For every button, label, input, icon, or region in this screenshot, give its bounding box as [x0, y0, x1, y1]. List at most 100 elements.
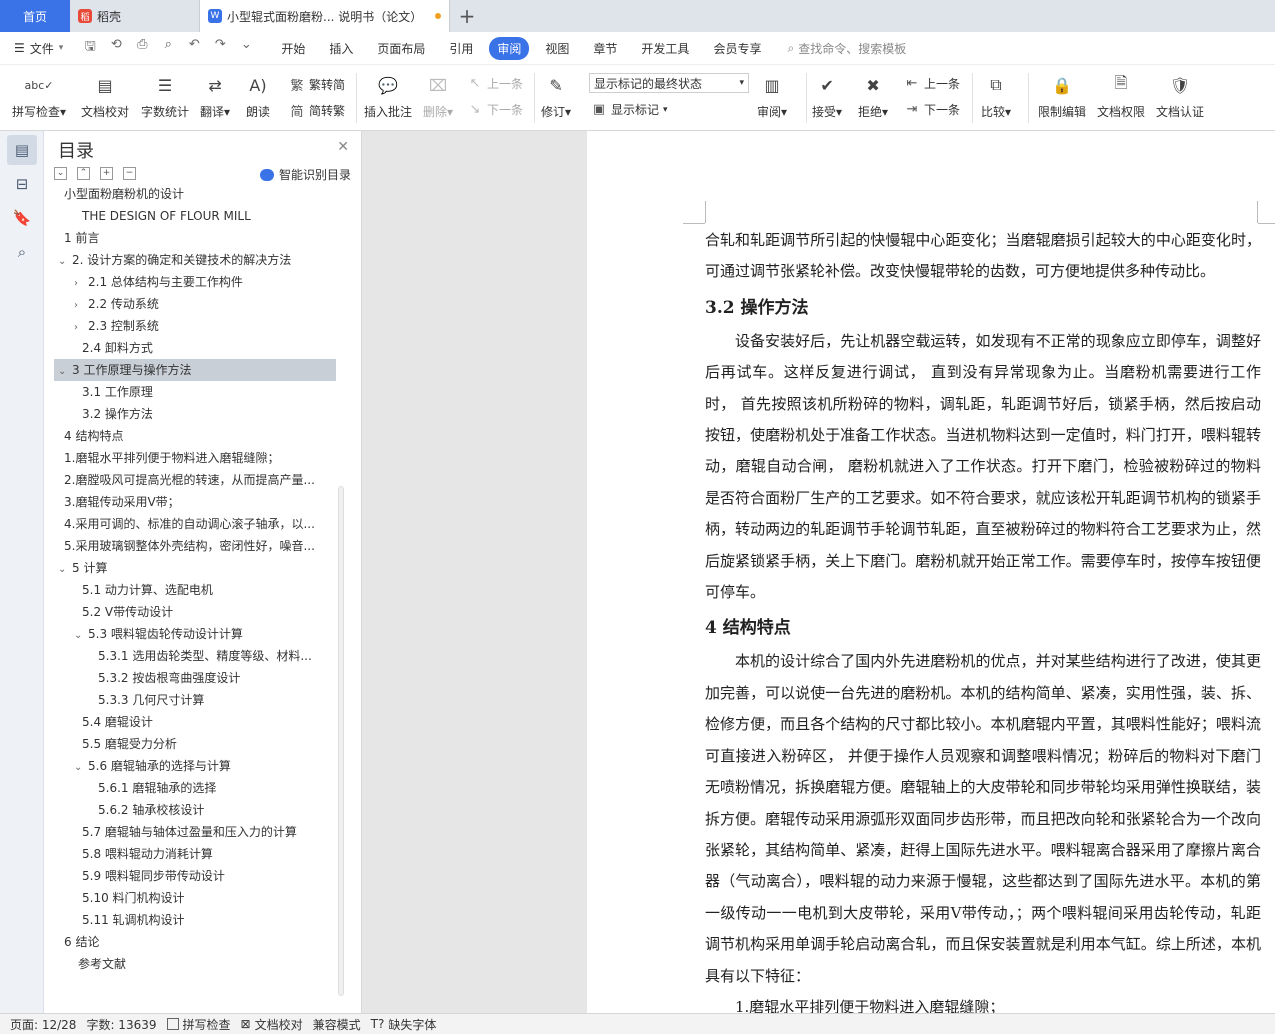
toc-item[interactable]: 4 结构特点: [54, 425, 336, 447]
markup-state-select[interactable]: 显示标记的最终状态 ▾: [589, 73, 749, 93]
menu-item[interactable]: 会员专享: [701, 36, 773, 61]
tab-docer[interactable]: 稻 稻壳: [70, 0, 200, 32]
doc-proof-button[interactable]: ▤ 文档校对: [81, 71, 129, 120]
toc-item[interactable]: 5.8 喂料辊动力消耗计算: [54, 843, 336, 865]
toc-item[interactable]: ⌄ 5.6 磨辊轴承的选择与计算: [54, 755, 336, 777]
read-aloud-button[interactable]: A) 朗读: [245, 71, 271, 120]
chevron-right-icon[interactable]: ›: [74, 317, 88, 337]
chevron-down-icon[interactable]: ⌄: [58, 361, 72, 381]
chevron-right-icon[interactable]: ›: [74, 295, 88, 315]
next-change-button[interactable]: ⇥ 下一条: [904, 101, 960, 118]
track-changes-button[interactable]: ✎ 修订▾: [541, 71, 571, 120]
toc-item[interactable]: 5.7 磨辊轴与轴体过盈量和压入力的计算: [54, 821, 336, 843]
expand-all-icon[interactable]: ⌃: [77, 167, 90, 180]
translate-button[interactable]: ⇄ 翻译▾: [200, 71, 230, 120]
toc-item[interactable]: 5.6.1 磨辊轴承的选择: [54, 777, 336, 799]
toc-item[interactable]: ⌄ 5 计算: [54, 557, 336, 579]
compat-mode[interactable]: 兼容模式: [313, 1016, 361, 1033]
accept-button[interactable]: ✔ 接受▾: [812, 71, 842, 120]
chapter-nav-icon[interactable]: ⊟: [7, 169, 37, 199]
toc-item[interactable]: 3.磨辊传动采用V带；: [54, 491, 336, 513]
collapse-all-icon[interactable]: ⌄: [54, 167, 67, 180]
word-count-indicator[interactable]: 字数: 13639: [86, 1016, 156, 1033]
document-content[interactable]: 合轧和轧距调节所引起的快慢辊中心距变化；当磨辊磨损引起较大的中心距变化时，可通过…: [705, 225, 1261, 1013]
toc-item[interactable]: 5.6.2 轴承校核设计: [54, 799, 336, 821]
save-icon[interactable]: 🖫: [81, 37, 99, 59]
search-icon[interactable]: ⌕: [7, 237, 37, 267]
customize-icon[interactable]: ⌄: [237, 37, 255, 59]
toc-item[interactable]: 5.采用玻璃钢整体外壳结构，密闭性好，噪音...: [54, 535, 336, 557]
word-count-button[interactable]: ☰ 字数统计: [141, 71, 189, 120]
toc-item[interactable]: 4.采用可调的、标准的自动调心滚子轴承，以...: [54, 513, 336, 535]
undo-icon[interactable]: ↶: [185, 37, 203, 59]
toc-item[interactable]: ⌄ 2. 设计方案的确定和关键技术的解决方法: [54, 249, 336, 271]
print-icon[interactable]: ⎙: [133, 37, 151, 59]
prev-change-button[interactable]: ⇤ 上一条: [904, 75, 960, 92]
toc-item[interactable]: 5.11 轧调机构设计: [54, 909, 336, 931]
toc-item[interactable]: › 2.1 总体结构与主要工作构件: [54, 271, 336, 293]
menu-item[interactable]: 开始: [269, 36, 317, 61]
menu-item[interactable]: 开发工具: [629, 36, 701, 61]
page-indicator[interactable]: 页面: 12/28: [10, 1016, 76, 1033]
toc-item[interactable]: 5.3.2 按齿根弯曲强度设计: [54, 667, 336, 689]
toc-pane-icon[interactable]: ▤: [7, 135, 37, 165]
to-simplified-button[interactable]: 简简转繁: [289, 101, 345, 120]
toc-item[interactable]: 5.9 喂料辊同步带传动设计: [54, 865, 336, 887]
toc-item[interactable]: 5.1 动力计算、选配电机: [54, 579, 336, 601]
document-page[interactable]: 合轧和轧距调节所引起的快慢辊中心距变化；当磨辊磨损引起较大的中心距变化时，可通过…: [587, 131, 1275, 1013]
toc-item[interactable]: ⌄ 3 工作原理与操作方法: [54, 359, 336, 381]
toc-item[interactable]: 2.磨膛吸风可提高光棍的转速，从而提高产量...: [54, 469, 336, 491]
toc-item[interactable]: THE DESIGN OF FLOUR MILL: [54, 205, 336, 227]
toc-item[interactable]: 小型面粉磨粉机的设计: [54, 183, 336, 205]
insert-comment-button[interactable]: 💬 插入批注: [364, 71, 412, 120]
next-comment-button[interactable]: ↘ 下一条: [467, 101, 523, 118]
command-search[interactable]: ⌕ 查找命令、搜索模板: [787, 40, 906, 57]
review-pane-button[interactable]: ▥ 审阅▾: [757, 71, 787, 120]
chevron-down-icon[interactable]: ⌄: [74, 757, 88, 777]
spellcheck-button[interactable]: abc✓ 拼写检查▾: [12, 71, 66, 120]
prev-comment-button[interactable]: ↖ 上一条: [467, 75, 523, 92]
toc-item[interactable]: 3.1 工作原理: [54, 381, 336, 403]
remove-heading-icon[interactable]: −: [123, 167, 136, 180]
close-icon[interactable]: ✕: [337, 139, 349, 155]
toc-item[interactable]: 1 前言: [54, 227, 336, 249]
to-traditional-button[interactable]: 繁繁转简: [289, 75, 345, 94]
proof-status[interactable]: ⊠ 文档校对: [241, 1016, 303, 1033]
toc-item[interactable]: ⌄ 5.3 喂料辊齿轮传动设计计算: [54, 623, 336, 645]
format-painter-icon[interactable]: ⟲: [107, 37, 125, 59]
redo-icon[interactable]: ↷: [211, 37, 229, 59]
new-tab-button[interactable]: +: [450, 0, 484, 32]
menu-item[interactable]: 审阅: [489, 36, 530, 60]
show-markup-button[interactable]: ▣ 显示标记 ▾: [591, 101, 668, 118]
toc-item[interactable]: 5.3.3 几何尺寸计算: [54, 689, 336, 711]
tab-home[interactable]: 首页: [0, 0, 70, 32]
toc-item[interactable]: › 2.3 控制系统: [54, 315, 336, 337]
file-menu-button[interactable]: ☰ 文件 ▾: [0, 40, 73, 57]
toc-item[interactable]: 参考文献: [54, 953, 336, 975]
spellcheck-status[interactable]: 拼写检查: [166, 1016, 231, 1033]
missing-font-status[interactable]: T? 缺失字体: [371, 1016, 437, 1033]
toc-item[interactable]: 6 结论: [54, 931, 336, 953]
menu-item[interactable]: 视图: [533, 36, 581, 61]
menu-item[interactable]: 插入: [317, 36, 365, 61]
bookmark-icon[interactable]: 🔖: [7, 203, 37, 233]
smart-toc-button[interactable]: 智能识别目录: [259, 166, 351, 183]
menu-item[interactable]: 章节: [581, 36, 629, 61]
toc-item[interactable]: 3.2 操作方法: [54, 403, 336, 425]
menu-item[interactable]: 页面布局: [365, 36, 437, 61]
doc-auth-button[interactable]: 🛡 文档认证: [1156, 71, 1204, 120]
chevron-down-icon[interactable]: ⌄: [74, 625, 88, 645]
toc-item[interactable]: 1.磨辊水平排列便于物料进入磨辊缝隙；: [54, 447, 336, 469]
reject-button[interactable]: ✖ 拒绝▾: [858, 71, 888, 120]
delete-comment-button[interactable]: ⌧ 删除▾: [423, 71, 453, 120]
toc-scrollbar[interactable]: [338, 486, 344, 996]
toc-item[interactable]: 5.3.1 选用齿轮类型、精度等级、材料...: [54, 645, 336, 667]
toc-item[interactable]: 5.2 V带传动设计: [54, 601, 336, 623]
menu-item[interactable]: 引用: [437, 36, 485, 61]
toc-item[interactable]: 5.10 料门机构设计: [54, 887, 336, 909]
print-preview-icon[interactable]: ⌕: [159, 37, 177, 59]
restrict-editing-button[interactable]: 🔒 限制编辑: [1038, 71, 1086, 120]
toc-item[interactable]: › 2.2 传动系统: [54, 293, 336, 315]
toc-item[interactable]: 5.5 磨辊受力分析: [54, 733, 336, 755]
chevron-right-icon[interactable]: ›: [74, 273, 88, 293]
